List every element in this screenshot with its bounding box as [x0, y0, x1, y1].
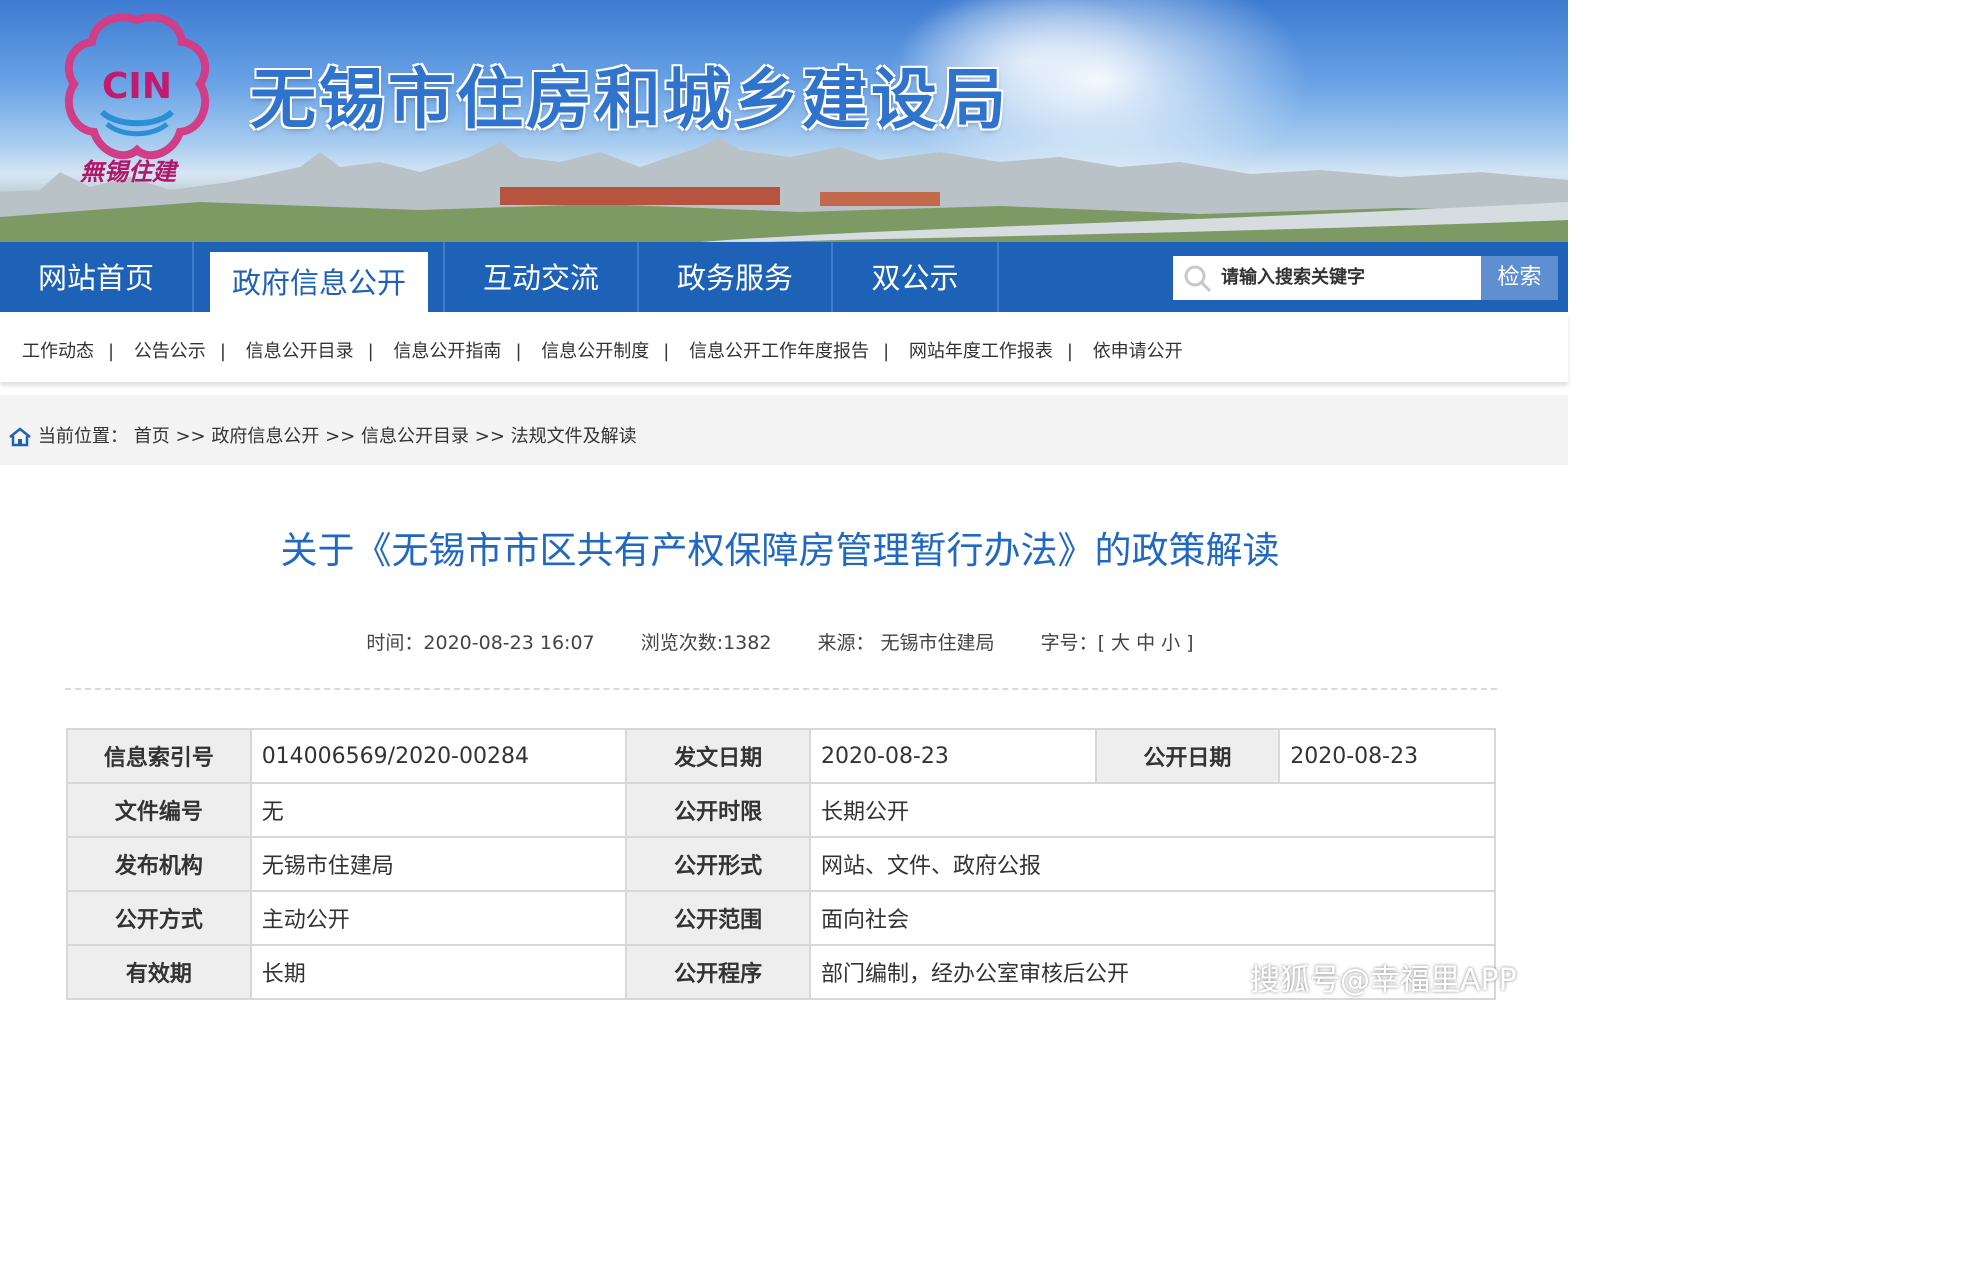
- table-row: 信息索引号 014006569/2020-00284 发文日期 2020-08-…: [66, 728, 1496, 784]
- article-title: 关于《无锡市市区共有产权保障房管理暂行办法》的政策解读: [280, 529, 1280, 572]
- watermark: 搜狐号@幸福里APP: [1250, 963, 1517, 998]
- article-source: 来源： 无锡市住建局: [817, 632, 995, 654]
- divider: [65, 688, 1497, 690]
- nav-item-dual-publicity[interactable]: 双公示: [833, 242, 997, 312]
- sub-nav: 工作动态 | 公告公示 | 信息公开目录 | 信息公开指南 | 信息公开制度 | 信息公开…: [0, 312, 1568, 382]
- value-issue-date: 2020-08-23: [809, 728, 1097, 784]
- breadcrumb-home[interactable]: 首页: [134, 426, 170, 447]
- subnav-separator: |: [515, 341, 522, 362]
- value-disclosure-scope: 面向社会: [809, 890, 1496, 946]
- subnav-item-work-news[interactable]: 工作动态: [22, 341, 94, 362]
- value-index-number: 014006569/2020-00284: [249, 728, 628, 784]
- breadcrumb: 当前位置： 首页 >> 政府信息公开 >> 信息公开目录 >> 法规文件及解读: [0, 395, 1568, 465]
- search-placeholder: 请输入搜索关键字: [1221, 267, 1365, 288]
- label-index-number: 信息索引号: [66, 728, 252, 784]
- nav-item-services[interactable]: 政务服务: [639, 242, 831, 312]
- logo-caption: 無锡住建: [80, 157, 176, 186]
- subnav-item-website-report[interactable]: 网站年度工作报表: [909, 341, 1053, 362]
- subnav-item-disclosure-guide[interactable]: 信息公开指南: [393, 341, 501, 362]
- subnav-separator: |: [883, 341, 890, 362]
- search-button[interactable]: 检索: [1481, 256, 1558, 300]
- nav-divider: [192, 242, 194, 312]
- publish-time: 时间：2020-08-23 16:07: [366, 632, 595, 654]
- home-icon: [9, 427, 31, 447]
- breadcrumb-current[interactable]: 法规文件及解读: [511, 426, 637, 447]
- subnav-separator: |: [663, 341, 670, 362]
- value-disclosure-method: 主动公开: [249, 890, 628, 946]
- nav-item-gov-info[interactable]: 政府信息公开: [210, 252, 428, 312]
- search-icon: [1184, 265, 1212, 293]
- subnav-separator: |: [1066, 341, 1073, 362]
- breadcrumb-catalog[interactable]: 信息公开目录: [361, 426, 469, 447]
- value-disclosure-form: 网站、文件、政府公报: [809, 836, 1496, 892]
- subnav-item-annual-report[interactable]: 信息公开工作年度报告: [689, 341, 869, 362]
- value-publisher: 无锡市住建局: [249, 836, 628, 892]
- label-disclosure-method: 公开方式: [66, 890, 252, 946]
- table-row: 公开方式 主动公开 公开范围 面向社会: [66, 890, 1496, 946]
- site-banner: CIN 無锡住建 无锡市住房和城乡建设局: [0, 0, 1568, 242]
- view-count: 浏览次数:1382: [640, 632, 772, 654]
- label-disclosure-period: 公开时限: [625, 782, 812, 838]
- svg-text:CIN: CIN: [102, 66, 172, 107]
- site-title: 无锡市住房和城乡建设局: [250, 60, 1009, 138]
- subnav-item-disclosure-catalog[interactable]: 信息公开目录: [246, 341, 354, 362]
- subnav-separator: |: [108, 341, 115, 362]
- subnav-item-request-disclosure[interactable]: 依申请公开: [1093, 341, 1183, 362]
- value-validity: 长期: [249, 944, 628, 1000]
- nav-item-interaction[interactable]: 互动交流: [445, 242, 637, 312]
- table-row: 文件编号 无 公开时限 长期公开: [66, 782, 1496, 838]
- breadcrumb-separator: >>: [474, 426, 505, 447]
- subnav-item-disclosure-system[interactable]: 信息公开制度: [541, 341, 649, 362]
- city-skyline-illustration: [0, 137, 1568, 242]
- label-doc-number: 文件编号: [66, 782, 252, 838]
- label-publish-date: 公开日期: [1094, 728, 1281, 784]
- breadcrumb-separator: >>: [325, 426, 356, 447]
- search-input[interactable]: 请输入搜索关键字: [1173, 256, 1481, 300]
- subnav-separator: |: [219, 341, 226, 362]
- article-meta: 时间：2020-08-23 16:07 浏览次数:1382 来源： 无锡市住建局…: [0, 628, 1560, 655]
- label-disclosure-form: 公开形式: [625, 836, 812, 892]
- subnav-separator: |: [367, 341, 374, 362]
- nav-item-home[interactable]: 网站首页: [0, 242, 192, 312]
- subnav-item-announcements[interactable]: 公告公示: [134, 341, 206, 362]
- breadcrumb-separator: >>: [175, 426, 206, 447]
- label-publisher: 发布机构: [66, 836, 252, 892]
- value-disclosure-period: 长期公开: [809, 782, 1496, 838]
- label-validity: 有效期: [66, 944, 252, 1000]
- label-issue-date: 发文日期: [625, 728, 812, 784]
- breadcrumb-prefix: 当前位置：: [38, 426, 128, 447]
- breadcrumb-gov-info[interactable]: 政府信息公开: [211, 426, 319, 447]
- label-disclosure-procedure: 公开程序: [625, 944, 812, 1000]
- value-doc-number: 无: [249, 782, 628, 838]
- font-size-selector[interactable]: 字号：[ 大 中 小 ]: [1041, 632, 1194, 654]
- label-disclosure-scope: 公开范围: [625, 890, 812, 946]
- table-row: 发布机构 无锡市住建局 公开形式 网站、文件、政府公报: [66, 836, 1496, 892]
- nav-divider: [997, 242, 999, 312]
- value-publish-date: 2020-08-23: [1278, 728, 1496, 784]
